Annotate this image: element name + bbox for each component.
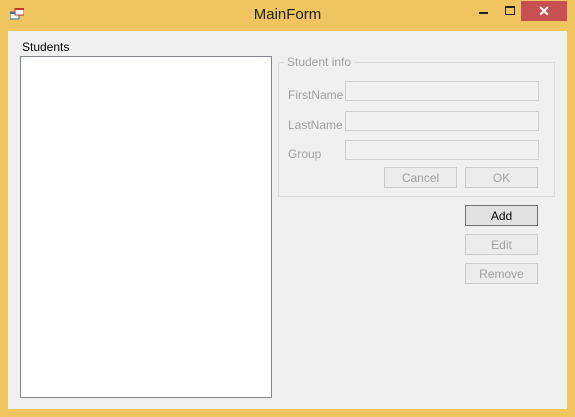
add-button[interactable]: Add: [465, 205, 538, 226]
close-button[interactable]: ✕: [521, 1, 567, 21]
cancel-button[interactable]: Cancel: [384, 167, 457, 188]
firstname-field[interactable]: [345, 81, 539, 101]
firstname-label: FirstName: [288, 88, 344, 102]
minimize-button[interactable]: [471, 1, 497, 21]
close-icon: ✕: [538, 3, 550, 19]
maximize-icon: [505, 6, 515, 15]
students-listbox[interactable]: [20, 56, 272, 398]
edit-button[interactable]: Edit: [465, 234, 538, 255]
maximize-button[interactable]: [497, 1, 523, 21]
lastname-label: LastName: [288, 118, 343, 132]
minimize-icon: [479, 12, 488, 14]
title-bar[interactable]: MainForm ✕: [0, 0, 575, 31]
ok-button[interactable]: OK: [465, 167, 538, 188]
students-label: Students: [22, 40, 70, 54]
lastname-field[interactable]: [345, 111, 539, 131]
remove-button[interactable]: Remove: [465, 263, 538, 284]
main-window: MainForm ✕ Students Student info FirstNa…: [0, 0, 575, 417]
form-client-area: Students Student info FirstName LastName…: [8, 31, 567, 409]
student-info-title: Student info: [284, 55, 355, 69]
group-label: Group: [288, 147, 322, 161]
group-field[interactable]: [345, 140, 539, 160]
